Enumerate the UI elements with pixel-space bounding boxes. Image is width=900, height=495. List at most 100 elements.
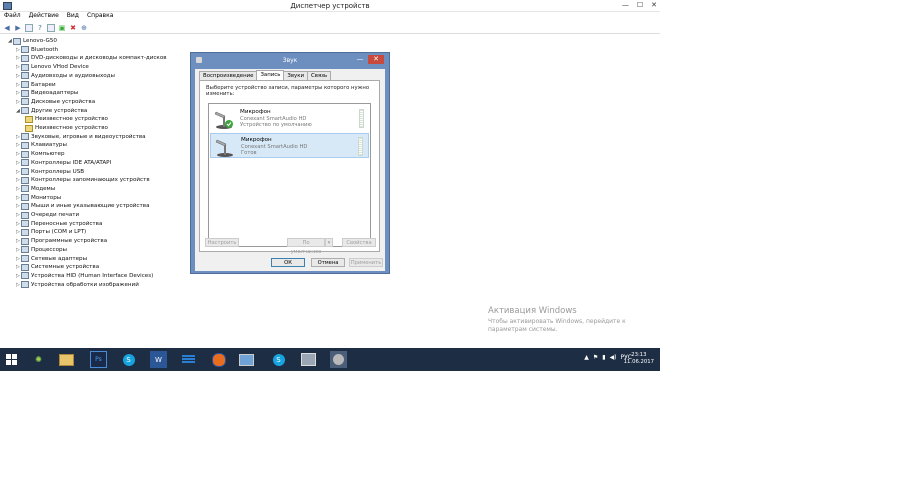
tree-item[interactable]: ▷ Bluetooth [16,46,58,54]
apply-button[interactable]: Применить [349,258,383,267]
sound-icon[interactable] [330,351,347,368]
tool-icon[interactable]: ✺ [30,351,47,368]
file-explorer-icon[interactable] [58,351,75,368]
ok-button[interactable]: ОК [271,258,305,267]
recording-device-item[interactable]: Микрофон Conexant SmartAudio HD Устройст… [210,106,369,131]
tree-item-label: Мыши и иные указывающие устройства [31,203,150,210]
help-icon[interactable]: ? [36,24,44,32]
tree-item[interactable]: ▷ Клавиатуры [16,141,67,149]
menu-action[interactable]: Действие [29,12,59,21]
tab-playback[interactable]: Воспроизведение [199,71,258,80]
tree-item[interactable]: ▷ Устройства HID (Human Interface Devices… [16,272,153,280]
skype-icon-2[interactable]: S [270,351,287,368]
device-category-icon [21,63,29,71]
cancel-button[interactable]: Отмена [311,258,345,267]
tree-child-item[interactable]: Неизвестное устройство [25,115,108,123]
arrow-up-icon[interactable]: ▲ [584,354,589,361]
update-driver-icon[interactable]: ▣ [58,24,66,32]
remote-icon[interactable] [238,351,255,368]
desktop-screen: Диспетчер устройств — ☐ ✕ Файл Действие … [0,0,660,371]
tree-item-label: Дисковые устройства [31,98,96,105]
tree-item-label: Видеоадаптеры [31,90,79,97]
dialog-close-button[interactable]: ✕ [368,55,384,64]
scan-icon[interactable] [47,23,55,32]
forward-arrow-icon[interactable]: ▶ [14,24,22,32]
tree-child-item[interactable]: Неизвестное устройство [25,124,108,132]
sound-dialog: Звук — ✕ Воспроизведение Запись Звуки Св… [190,52,390,274]
tree-item[interactable]: ▷ Аудиовходы и аудиовыходы [16,72,115,80]
device-category-icon [21,133,29,141]
tree-root-label: Lenovo-G50 [23,38,57,44]
word-icon[interactable]: W [150,351,167,368]
device-category-icon [21,107,29,115]
tree-item[interactable]: ▷ Мыши и иные указывающие устройства [16,202,150,210]
tree-item-label: DVD-дисководы и дисководы компакт-дисков [31,55,167,62]
microphone-icon [214,111,233,129]
device-manager-icon[interactable] [300,351,317,368]
speaker-icon[interactable]: ◀) [610,354,617,361]
tree-item[interactable]: ▷ Компьютер [16,150,65,158]
tree-item-label: Компьютер [31,151,65,158]
device-name: Микрофон [241,137,272,143]
properties-icon[interactable] [25,23,33,32]
set-default-dropdown-button[interactable]: ▾ [325,238,333,247]
device-category-icon [21,246,29,254]
device-category-icon [21,141,29,149]
tree-item[interactable]: ▷ Батареи [16,81,56,89]
tree-item-label: Звуковые, игровые и видеоустройства [31,133,146,140]
stack-icon[interactable] [180,351,197,368]
maximize-button[interactable]: ☐ [637,1,643,9]
configure-button[interactable]: Настроить [205,238,239,247]
menu-view[interactable]: Вид [67,12,79,21]
properties-button[interactable]: Свойства [342,238,376,247]
tree-item[interactable]: ▷ Контроллеры запоминающих устройств [16,176,150,184]
firefox-icon[interactable] [210,351,227,368]
tree-item[interactable]: ▷ Переносные устройства [16,220,102,228]
tree-item[interactable]: ▷ Модемы [16,185,55,193]
uninstall-icon[interactable]: ✖ [69,24,77,32]
device-status: Устройство по умолчанию [240,122,312,128]
back-arrow-icon[interactable]: ◀ [3,24,11,32]
start-icon[interactable] [3,351,20,368]
dialog-minimize-button[interactable]: — [355,55,365,64]
device-category-icon [21,255,29,262]
flag-icon[interactable]: ⚑ [593,354,598,361]
network-icon[interactable]: ▮ [602,354,605,361]
close-button[interactable]: ✕ [651,1,657,9]
tree-item[interactable]: ▷ Дисковые устройства [16,98,95,106]
tab-communications[interactable]: Связь [307,71,332,80]
tree-item[interactable]: ▷ Порты (COM и LPT) [16,228,86,236]
tree-item[interactable]: ▷ Процессоры [16,246,67,254]
tree-item[interactable]: ▷ Сетевые адаптеры [16,255,87,263]
tab-sounds[interactable]: Звуки [283,71,308,80]
dialog-titlebar: Звук — ✕ [191,53,389,67]
tree-item[interactable]: ▷ Lenovo VHod Device [16,63,89,71]
tree-item[interactable]: ▷ Мониторы [16,194,61,202]
device-category-icon [21,263,29,271]
tree-item[interactable]: ▷ Системные устройства [16,263,99,271]
device-category-icon [21,81,29,88]
tree-item[interactable]: ▷ Контроллеры USB [16,168,84,176]
tree-item[interactable]: ▷ Контроллеры IDE ATA/ATAPI [16,159,111,167]
skype-icon[interactable]: S [120,351,137,368]
activation-watermark: Активация Windows Чтобы активировать Win… [488,306,648,334]
device-category-icon [21,220,29,228]
disable-icon[interactable]: ⊕ [80,24,88,32]
menu-file[interactable]: Файл [4,12,21,21]
tree-item[interactable]: ▷ Звуковые, игровые и видеоустройства [16,133,146,141]
clock[interactable]: 23:13 11.06.2017 [624,352,654,366]
tree-item[interactable]: ▷ Видеоадаптеры [16,89,78,97]
device-category-icon [21,168,29,175]
minimize-button[interactable]: — [622,1,629,9]
menu-help[interactable]: Справка [87,12,113,21]
recording-device-item-selected[interactable]: Микрофон Conexant SmartAudio HD Готов [210,133,369,158]
tab-recording[interactable]: Запись [256,70,285,80]
tree-root[interactable]: ◢ Lenovo-G50 [8,37,57,45]
tree-item[interactable]: ▷ Устройства обработки изображений [16,281,139,289]
tree-item[interactable]: ▷ Очереди печати [16,211,79,219]
photoshop-icon[interactable]: Ps [90,351,107,368]
tree-item[interactable]: ▷ Программные устройства [16,237,107,245]
set-default-button[interactable]: По умолчанию [287,238,325,255]
tree-item[interactable]: ◢ Другие устройства [16,107,87,115]
tree-item[interactable]: ▷ DVD-дисководы и дисководы компакт-диско… [16,54,167,62]
